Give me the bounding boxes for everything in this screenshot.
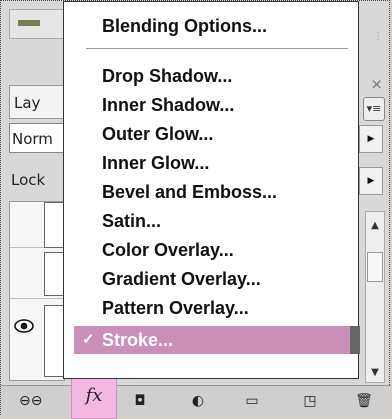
menu-item-drop-shadow[interactable]: Drop Shadow... bbox=[64, 62, 358, 90]
menu-scroll-indicator bbox=[350, 326, 360, 354]
layers-tab[interactable]: Lay bbox=[9, 85, 65, 119]
trash-icon[interactable]: 🗑 bbox=[353, 392, 375, 410]
layers-scrollbar[interactable]: ▲ ▼ bbox=[365, 211, 385, 383]
menu-item-bevel-emboss[interactable]: Bevel and Emboss... bbox=[64, 178, 358, 206]
check-icon: ✓ bbox=[82, 331, 95, 348]
new-group-icon[interactable]: ▭ bbox=[241, 392, 263, 410]
menu-item-inner-shadow[interactable]: Inner Shadow... bbox=[64, 91, 358, 119]
layer-row[interactable] bbox=[10, 299, 66, 381]
layers-bottom-toolbar: ⊖⊖ ◘ ◐ ▭ ◳ 🗑 bbox=[1, 385, 391, 418]
menu-item-stroke-label: Stroke... bbox=[102, 330, 174, 350]
layer-style-context-menu: Blending Options... Drop Shadow... Inner… bbox=[63, 1, 360, 379]
resize-grip-icon[interactable]: ⋮ bbox=[373, 31, 385, 61]
link-layers-icon[interactable]: ⊖⊖ bbox=[19, 392, 42, 410]
close-icon[interactable]: × bbox=[370, 75, 383, 93]
menu-item-outer-glow[interactable]: Outer Glow... bbox=[64, 120, 358, 148]
layer-row[interactable] bbox=[10, 248, 66, 299]
menu-separator bbox=[86, 48, 348, 49]
new-layer-icon[interactable]: ◳ bbox=[299, 392, 321, 410]
menu-item-satin[interactable]: Satin... bbox=[64, 207, 358, 235]
fill-arrow-icon[interactable]: ▶ bbox=[359, 167, 383, 195]
add-layer-style-button[interactable]: fx bbox=[71, 373, 117, 419]
scroll-down-icon[interactable]: ▼ bbox=[366, 367, 384, 378]
scroll-up-icon[interactable]: ▲ bbox=[366, 220, 384, 231]
blend-mode-arrow-icon[interactable]: ▶ bbox=[359, 125, 383, 153]
blend-mode-select[interactable]: Norm bbox=[9, 123, 65, 153]
menu-item-inner-glow[interactable]: Inner Glow... bbox=[64, 149, 358, 177]
menu-item-gradient-overlay[interactable]: Gradient Overlay... bbox=[64, 265, 358, 293]
scroll-thumb[interactable] bbox=[367, 252, 383, 282]
visibility-eye-icon[interactable] bbox=[14, 319, 34, 333]
layers-list bbox=[9, 201, 66, 381]
menu-item-pattern-overlay[interactable]: Pattern Overlay... bbox=[64, 294, 358, 322]
add-mask-icon[interactable]: ◘ bbox=[129, 392, 151, 410]
panel-menu-icon[interactable]: ▾≡ bbox=[363, 97, 385, 121]
adjustment-layer-icon[interactable]: ◐ bbox=[187, 392, 209, 410]
layer-row[interactable] bbox=[10, 202, 66, 248]
menu-item-stroke[interactable]: ✓ Stroke... bbox=[74, 326, 360, 354]
panel-title-strip bbox=[9, 9, 67, 39]
menu-item-blending-options[interactable]: Blending Options... bbox=[64, 12, 358, 40]
layers-panel: ⋮ × ▾≡ Lay Norm ▶ Lock ▶ ▲ ▼ ⊖⊖ ◘ ◐ ▭ ◳ … bbox=[0, 0, 391, 419]
lock-label: Lock bbox=[11, 171, 46, 189]
menu-item-color-overlay[interactable]: Color Overlay... bbox=[64, 236, 358, 264]
